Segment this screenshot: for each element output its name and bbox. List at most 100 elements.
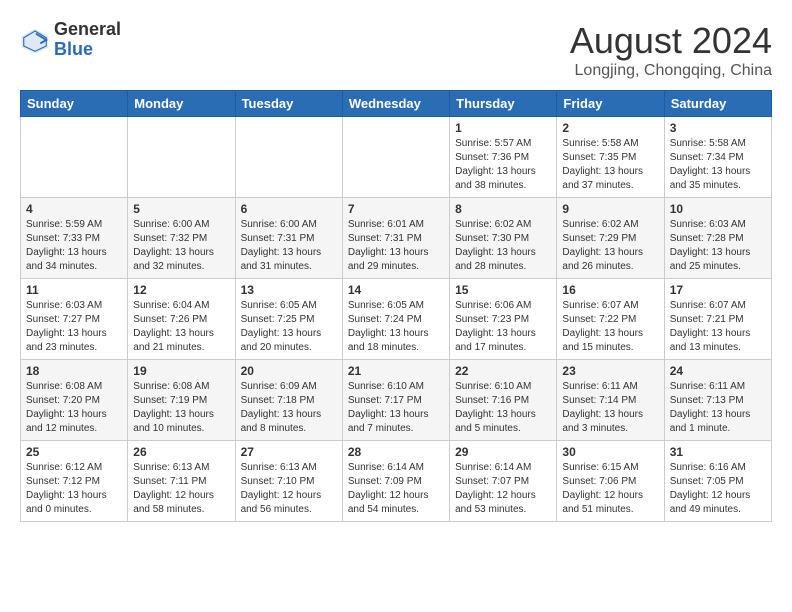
calendar-cell: 20 Sunrise: 6:09 AM Sunset: 7:18 PM Dayli… (235, 360, 342, 441)
calendar-cell: 25 Sunrise: 6:12 AM Sunset: 7:12 PM Dayli… (21, 441, 128, 522)
day-number: 21 (348, 364, 444, 378)
day-info: Sunrise: 5:58 AM Sunset: 7:34 PM Dayligh… (670, 137, 766, 193)
calendar-cell: 1Sunrise: 5:57 AM Sunset: 7:36 PM Daylig… (450, 117, 557, 198)
day-info: Sunrise: 6:01 AM Sunset: 7:31 PM Dayligh… (348, 218, 444, 274)
calendar-cell: 24 Sunrise: 6:11 AM Sunset: 7:13 PM Dayli… (664, 360, 771, 441)
day-info: Sunrise: 6:11 AM Sunset: 7:13 PM Dayligh… (670, 380, 766, 436)
day-number: 8 (455, 202, 551, 216)
day-number: 6 (241, 202, 337, 216)
day-number: 31 (670, 445, 766, 459)
calendar-day-header: Saturday (664, 91, 771, 117)
calendar-cell: 5 Sunrise: 6:00 AM Sunset: 7:32 PM Daylig… (128, 198, 235, 279)
day-number: 30 (562, 445, 658, 459)
calendar-week-row: 4Sunrise: 5:59 AM Sunset: 7:33 PM Daylig… (21, 198, 772, 279)
calendar-cell: 23Sunrise: 6:11 AM Sunset: 7:14 PM Dayli… (557, 360, 664, 441)
calendar-cell: 10Sunrise: 6:03 AM Sunset: 7:28 PM Dayli… (664, 198, 771, 279)
day-info: Sunrise: 6:00 AM Sunset: 7:31 PM Dayligh… (241, 218, 337, 274)
day-info: Sunrise: 5:58 AM Sunset: 7:35 PM Dayligh… (562, 137, 658, 193)
day-info: Sunrise: 6:05 AM Sunset: 7:24 PM Dayligh… (348, 299, 444, 355)
logo-text: General Blue (54, 20, 121, 60)
day-info: Sunrise: 5:57 AM Sunset: 7:36 PM Dayligh… (455, 137, 551, 193)
calendar-cell: 17 Sunrise: 6:07 AM Sunset: 7:21 PM Dayli… (664, 279, 771, 360)
logo-blue-text: Blue (54, 40, 121, 60)
calendar-cell (342, 117, 449, 198)
calendar-header-row: SundayMondayTuesdayWednesdayThursdayFrid… (21, 91, 772, 117)
day-number: 10 (670, 202, 766, 216)
calendar-cell (235, 117, 342, 198)
day-number: 17 (670, 283, 766, 297)
logo-general-text: General (54, 20, 121, 40)
day-info: Sunrise: 6:09 AM Sunset: 7:18 PM Dayligh… (241, 380, 337, 436)
calendar-cell: 22 Sunrise: 6:10 AM Sunset: 7:16 PM Dayli… (450, 360, 557, 441)
day-info: Sunrise: 6:03 AM Sunset: 7:27 PM Dayligh… (26, 299, 122, 355)
calendar-cell: 8 Sunrise: 6:02 AM Sunset: 7:30 PM Daylig… (450, 198, 557, 279)
day-number: 11 (26, 283, 122, 297)
day-number: 15 (455, 283, 551, 297)
calendar-cell: 6 Sunrise: 6:00 AM Sunset: 7:31 PM Daylig… (235, 198, 342, 279)
calendar-day-header: Friday (557, 91, 664, 117)
calendar-cell: 15 Sunrise: 6:06 AM Sunset: 7:23 PM Dayli… (450, 279, 557, 360)
day-number: 2 (562, 121, 658, 135)
day-info: Sunrise: 6:06 AM Sunset: 7:23 PM Dayligh… (455, 299, 551, 355)
day-number: 20 (241, 364, 337, 378)
calendar-cell (21, 117, 128, 198)
day-number: 9 (562, 202, 658, 216)
day-info: Sunrise: 6:16 AM Sunset: 7:05 PM Dayligh… (670, 461, 766, 517)
calendar-day-header: Tuesday (235, 91, 342, 117)
day-number: 26 (133, 445, 229, 459)
calendar-cell: 27 Sunrise: 6:13 AM Sunset: 7:10 PM Dayli… (235, 441, 342, 522)
title-area: August 2024 Longjing, Chongqing, China (570, 20, 772, 80)
day-number: 18 (26, 364, 122, 378)
calendar-cell: 31 Sunrise: 6:16 AM Sunset: 7:05 PM Dayli… (664, 441, 771, 522)
day-info: Sunrise: 6:13 AM Sunset: 7:11 PM Dayligh… (133, 461, 229, 517)
calendar-cell (128, 117, 235, 198)
day-number: 25 (26, 445, 122, 459)
day-info: Sunrise: 6:12 AM Sunset: 7:12 PM Dayligh… (26, 461, 122, 517)
day-info: Sunrise: 6:15 AM Sunset: 7:06 PM Dayligh… (562, 461, 658, 517)
calendar-cell: 13Sunrise: 6:05 AM Sunset: 7:25 PM Dayli… (235, 279, 342, 360)
calendar-cell: 7Sunrise: 6:01 AM Sunset: 7:31 PM Daylig… (342, 198, 449, 279)
calendar-cell: 12 Sunrise: 6:04 AM Sunset: 7:26 PM Dayli… (128, 279, 235, 360)
calendar-cell: 21 Sunrise: 6:10 AM Sunset: 7:17 PM Dayli… (342, 360, 449, 441)
day-number: 4 (26, 202, 122, 216)
calendar-day-header: Monday (128, 91, 235, 117)
calendar-cell: 28Sunrise: 6:14 AM Sunset: 7:09 PM Dayli… (342, 441, 449, 522)
calendar-cell: 16Sunrise: 6:07 AM Sunset: 7:22 PM Dayli… (557, 279, 664, 360)
calendar-cell: 4Sunrise: 5:59 AM Sunset: 7:33 PM Daylig… (21, 198, 128, 279)
day-info: Sunrise: 6:07 AM Sunset: 7:21 PM Dayligh… (670, 299, 766, 355)
calendar-day-header: Thursday (450, 91, 557, 117)
day-number: 3 (670, 121, 766, 135)
logo: General Blue (20, 20, 121, 60)
calendar-cell: 26 Sunrise: 6:13 AM Sunset: 7:11 PM Dayli… (128, 441, 235, 522)
page-header: General Blue August 2024 Longjing, Chong… (20, 20, 772, 80)
day-info: Sunrise: 6:08 AM Sunset: 7:20 PM Dayligh… (26, 380, 122, 436)
calendar-cell: 18 Sunrise: 6:08 AM Sunset: 7:20 PM Dayli… (21, 360, 128, 441)
main-title: August 2024 (570, 20, 772, 62)
day-info: Sunrise: 6:00 AM Sunset: 7:32 PM Dayligh… (133, 218, 229, 274)
calendar-cell: 9 Sunrise: 6:02 AM Sunset: 7:29 PM Daylig… (557, 198, 664, 279)
day-info: Sunrise: 6:08 AM Sunset: 7:19 PM Dayligh… (133, 380, 229, 436)
calendar-cell: 11 Sunrise: 6:03 AM Sunset: 7:27 PM Dayli… (21, 279, 128, 360)
calendar-cell: 29Sunrise: 6:14 AM Sunset: 7:07 PM Dayli… (450, 441, 557, 522)
day-info: Sunrise: 6:10 AM Sunset: 7:17 PM Dayligh… (348, 380, 444, 436)
calendar-table: SundayMondayTuesdayWednesdayThursdayFrid… (20, 90, 772, 522)
day-info: Sunrise: 6:04 AM Sunset: 7:26 PM Dayligh… (133, 299, 229, 355)
day-number: 12 (133, 283, 229, 297)
calendar-cell: 19Sunrise: 6:08 AM Sunset: 7:19 PM Dayli… (128, 360, 235, 441)
subtitle: Longjing, Chongqing, China (570, 62, 772, 80)
day-info: Sunrise: 6:13 AM Sunset: 7:10 PM Dayligh… (241, 461, 337, 517)
day-info: Sunrise: 6:05 AM Sunset: 7:25 PM Dayligh… (241, 299, 337, 355)
day-number: 5 (133, 202, 229, 216)
day-number: 27 (241, 445, 337, 459)
day-info: Sunrise: 6:02 AM Sunset: 7:29 PM Dayligh… (562, 218, 658, 274)
day-info: Sunrise: 6:14 AM Sunset: 7:09 PM Dayligh… (348, 461, 444, 517)
day-info: Sunrise: 6:02 AM Sunset: 7:30 PM Dayligh… (455, 218, 551, 274)
day-number: 24 (670, 364, 766, 378)
calendar-cell: 2 Sunrise: 5:58 AM Sunset: 7:35 PM Daylig… (557, 117, 664, 198)
day-info: Sunrise: 6:10 AM Sunset: 7:16 PM Dayligh… (455, 380, 551, 436)
calendar-week-row: 11 Sunrise: 6:03 AM Sunset: 7:27 PM Dayli… (21, 279, 772, 360)
calendar-week-row: 1Sunrise: 5:57 AM Sunset: 7:36 PM Daylig… (21, 117, 772, 198)
day-number: 22 (455, 364, 551, 378)
calendar-day-header: Sunday (21, 91, 128, 117)
calendar-cell: 3 Sunrise: 5:58 AM Sunset: 7:34 PM Daylig… (664, 117, 771, 198)
